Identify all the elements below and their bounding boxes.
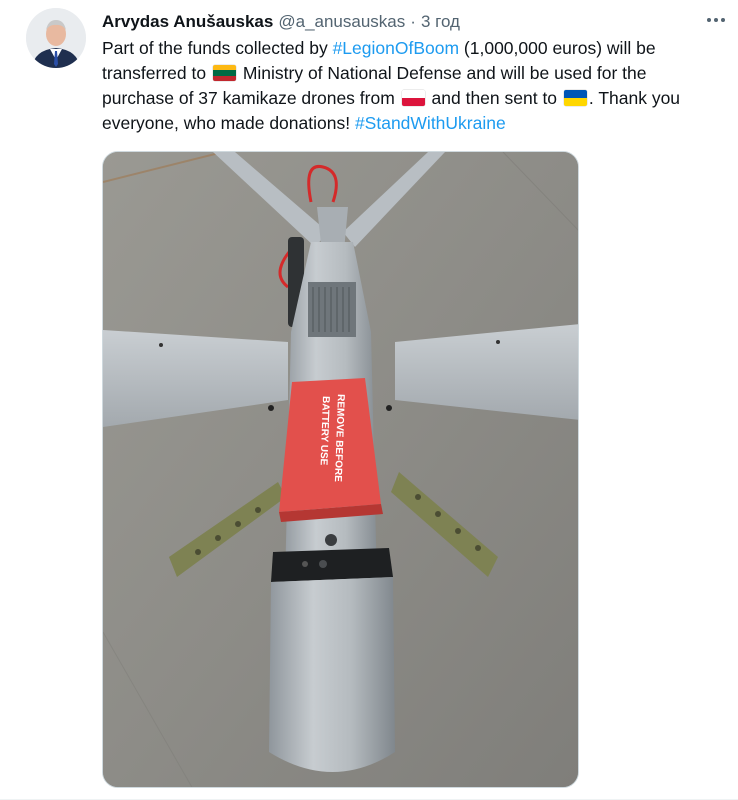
person-avatar-icon xyxy=(26,8,86,68)
more-dot-icon xyxy=(714,18,718,22)
hashtag-legionofboom[interactable]: #LegionOfBoom xyxy=(333,38,459,58)
drone-photo-image: REMOVE BEFORE BATTERY USE xyxy=(103,152,578,787)
avatar[interactable] xyxy=(26,8,86,68)
lithuania-flag-icon xyxy=(212,65,236,81)
tweet-timestamp[interactable]: 3 год xyxy=(421,12,460,32)
tweet-text-part: Part of the funds collected by xyxy=(102,38,333,58)
tweet-photo[interactable]: REMOVE BEFORE BATTERY USE xyxy=(102,151,579,788)
separator-dot: · xyxy=(410,12,416,31)
author-name[interactable]: Arvydas Anušauskas xyxy=(102,12,273,32)
more-dot-icon xyxy=(721,18,725,22)
tweet-text-part: and then sent to xyxy=(426,88,562,108)
tweet[interactable]: Arvydas Anušauskas @a_anusauskas · 3 год… xyxy=(0,0,738,800)
hashtag-standwithukraine[interactable]: #StandWithUkraine xyxy=(355,113,506,133)
poland-flag-icon xyxy=(401,90,425,106)
tweet-header: Arvydas Anušauskas @a_anusauskas · 3 год xyxy=(102,10,718,34)
more-dot-icon xyxy=(707,18,711,22)
more-options-button[interactable] xyxy=(702,6,730,34)
ukraine-flag-icon xyxy=(563,90,587,106)
tweet-text: Part of the funds collected by #LegionOf… xyxy=(102,36,722,136)
author-handle[interactable]: @a_anusauskas xyxy=(278,12,405,32)
